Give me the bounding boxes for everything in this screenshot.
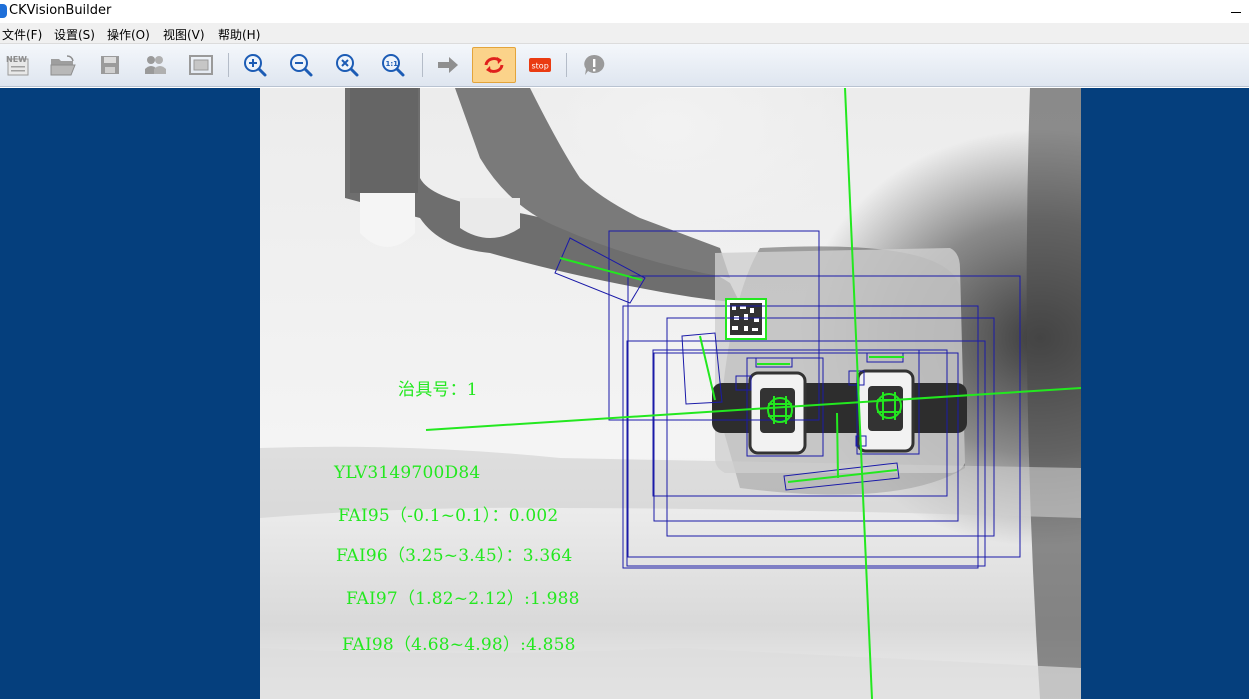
menu-settings[interactable]: 设置(S) (54, 26, 95, 43)
serial-number: YLV3149700D84 (334, 463, 481, 483)
save-button[interactable] (95, 51, 125, 79)
measurement-fai97: FAI97（1.82~2.12）:1.988 (346, 589, 580, 609)
svg-text:1:1: 1:1 (386, 60, 399, 68)
measurement-fai95: FAI95（-0.1~0.1）：0.002 (338, 506, 559, 526)
zoom-actual-icon: 1:1 (382, 54, 405, 77)
save-icon (101, 56, 119, 74)
app-logo-icon (0, 4, 7, 18)
minimize-button[interactable] (1222, 0, 1249, 23)
toolbar-separator (422, 53, 423, 77)
run-once-button[interactable] (433, 51, 463, 79)
zoom-in-icon (244, 54, 267, 77)
svg-text:NEW: NEW (6, 55, 27, 64)
zoom-actual-button[interactable]: 1:1 (378, 51, 408, 79)
zoom-fit-icon (336, 54, 359, 77)
zoom-out-icon (290, 54, 313, 77)
toolbar: NEW 1:1 stop (0, 44, 1249, 87)
fit-window-icon (189, 55, 213, 75)
toolbar-separator (228, 53, 229, 77)
menu-help[interactable]: 帮助(H) (218, 26, 260, 43)
help-button[interactable] (579, 51, 609, 79)
users-icon (145, 56, 166, 74)
fit-window-button[interactable] (186, 51, 216, 79)
continuous-run-icon (484, 57, 504, 73)
measurement-fai98: FAI98（4.68~4.98）:4.858 (342, 635, 576, 655)
zoom-in-button[interactable] (240, 51, 270, 79)
help-icon (584, 54, 605, 75)
zoom-out-button[interactable] (286, 51, 316, 79)
open-button[interactable] (48, 51, 78, 79)
new-button[interactable]: NEW (3, 51, 33, 79)
menu-view[interactable]: 视图(V) (163, 26, 205, 43)
title-bar: CKVisionBuilder (0, 0, 1249, 23)
svg-text:stop: stop (532, 62, 549, 71)
continuous-run-button[interactable] (472, 47, 516, 83)
zoom-fit-button[interactable] (332, 51, 362, 79)
image-viewer[interactable]: 治具号：1 YLV3149700D84 FAI95（-0.1~0.1）：0.00… (260, 88, 1081, 699)
menu-bar: 文件(F) 设置(S) 操作(O) 视图(V) 帮助(H) (0, 23, 1249, 44)
toolbar-separator (566, 53, 567, 77)
fixture-label: 治具号：1 (398, 380, 478, 400)
stop-icon: stop (529, 58, 551, 72)
menu-file[interactable]: 文件(F) (2, 26, 42, 43)
users-button[interactable] (140, 51, 170, 79)
minimize-icon (1230, 12, 1241, 13)
new-icon: NEW (6, 55, 29, 76)
window-title: CKVisionBuilder (9, 3, 112, 18)
stop-button[interactable]: stop (525, 51, 555, 79)
measurement-fai96: FAI96（3.25~3.45）：3.364 (336, 546, 573, 566)
menu-operate[interactable]: 操作(O) (107, 26, 150, 43)
open-folder-icon (50, 55, 76, 76)
run-once-icon (438, 57, 458, 73)
